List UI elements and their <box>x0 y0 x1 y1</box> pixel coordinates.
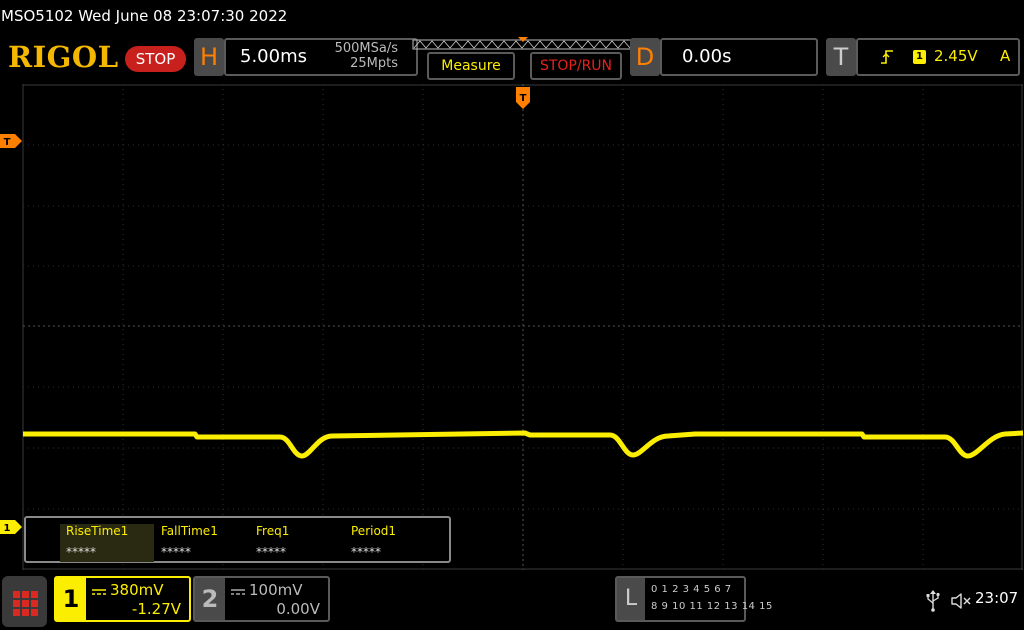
trigger-source-badge: 1 <box>913 50 926 64</box>
waveform-timebar-icon <box>412 37 634 50</box>
delay-label[interactable]: D <box>630 38 660 76</box>
measurement-item[interactable]: RiseTime1 ***** <box>60 524 154 562</box>
menu-grid-icon[interactable] <box>2 576 47 627</box>
run-state-badge[interactable]: STOP <box>125 46 186 72</box>
rigol-logo: RIGOL <box>8 40 119 74</box>
trigger-level-text: T <box>4 137 11 148</box>
measurement-panel[interactable]: RiseTime1 ***** FallTime1 ***** Freq1 **… <box>24 516 451 563</box>
top-toolbar: RIGOL STOP H 5.00ms 500MSa/s 25Mpts Meas… <box>0 34 1024 84</box>
measurement-item[interactable]: FallTime1 ***** <box>155 524 249 562</box>
status-line: MSO5102 Wed June 08 23:07:30 2022 <box>1 7 288 25</box>
measurement-value: ***** <box>256 545 286 559</box>
measurement-item[interactable]: Period1 ***** <box>345 524 439 562</box>
system-clock: 23:07 <box>975 589 1019 607</box>
measurement-label: Period1 <box>351 524 397 538</box>
channel1-scale: 380mV <box>110 581 164 599</box>
channel1-number: 1 <box>56 578 86 620</box>
memory-depth: 25Mpts <box>350 56 398 71</box>
measurement-value: ***** <box>161 545 191 559</box>
measurement-value: ***** <box>66 545 96 559</box>
logic-analyzer-panel[interactable]: L 0 1 2 3 4 5 6 7 8 9 10 11 12 13 14 15 <box>615 576 772 622</box>
bottom-toolbar: 1 380mV -1.27V 2 100mV 0.00V L 0 1 2 3 4… <box>0 570 1024 630</box>
channel1-marker-text: 1 <box>4 523 11 534</box>
channel2-panel[interactable]: 2 100mV 0.00V <box>193 576 330 622</box>
measure-button[interactable]: Measure <box>427 52 515 80</box>
grid-lines <box>23 84 1023 570</box>
trigger-position-text: T <box>520 93 527 104</box>
measurement-item[interactable]: Freq1 ***** <box>250 524 344 562</box>
sample-rate: 500MSa/s <box>334 41 398 56</box>
delay-panel[interactable]: 0.00s <box>660 38 818 76</box>
trigger-panel[interactable]: 1 2.45V A <box>856 38 1020 76</box>
measurement-label: RiseTime1 <box>66 524 129 538</box>
dc-coupling-icon <box>92 589 106 595</box>
horizontal-label[interactable]: H <box>194 38 224 76</box>
channel1-offset-marker[interactable]: 1 <box>0 520 22 534</box>
logic-analyzer-label: L <box>617 578 645 620</box>
trigger-label[interactable]: T <box>826 38 856 76</box>
measurement-label: Freq1 <box>256 524 290 538</box>
stop-run-button[interactable]: STOP/RUN <box>530 52 622 80</box>
channel1-offset: -1.27V <box>131 600 181 618</box>
measurement-value: ***** <box>351 545 381 559</box>
acquisition-info: 500MSa/s 25Mpts <box>335 41 398 71</box>
usb-icon <box>926 590 940 612</box>
trigger-level-marker[interactable]: T <box>0 134 22 148</box>
dc-coupling-icon <box>231 589 245 595</box>
center-axes <box>23 84 1023 570</box>
timebase-value: 5.00ms <box>240 46 307 67</box>
delay-value: 0.00s <box>682 46 732 67</box>
measurement-label: FallTime1 <box>161 524 218 538</box>
waveform-display[interactable] <box>0 84 1024 570</box>
horizontal-panel[interactable]: 5.00ms 500MSa/s 25Mpts <box>224 38 418 76</box>
channel1-panel[interactable]: 1 380mV -1.27V <box>54 576 191 622</box>
channel2-offset: 0.00V <box>276 600 320 618</box>
digital-channels-8-15: 8 9 10 11 12 13 14 15 <box>651 601 773 612</box>
rising-edge-icon <box>881 50 893 64</box>
trigger-level: 2.45V <box>934 47 978 65</box>
speaker-mute-icon[interactable] <box>950 591 972 611</box>
trigger-position-marker[interactable]: T <box>516 87 530 109</box>
graticule <box>22 84 1023 570</box>
channel2-number: 2 <box>195 578 225 620</box>
digital-channels-0-7: 0 1 2 3 4 5 6 7 <box>651 584 732 595</box>
trigger-mode: A <box>1000 47 1011 65</box>
channel2-scale: 100mV <box>249 581 303 599</box>
